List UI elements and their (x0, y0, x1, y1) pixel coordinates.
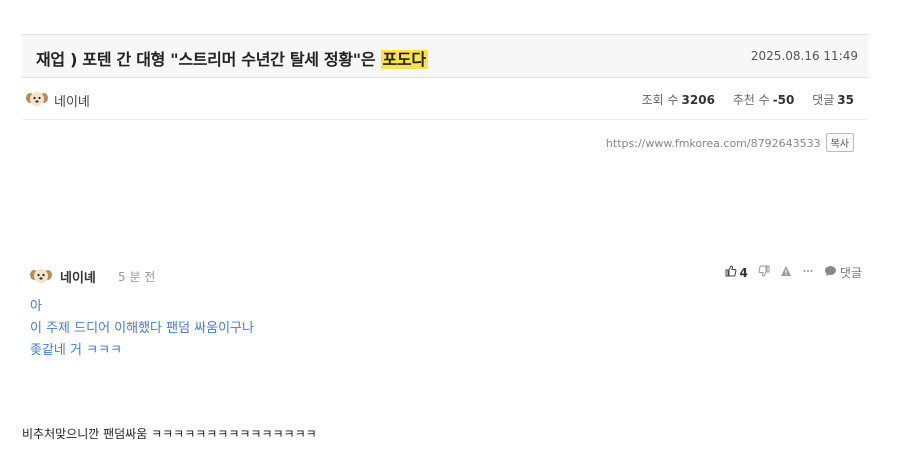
comment-body: 아 이 주제 드디어 이해했다 팬덤 싸움이구나 좆같네 거 ㅋㅋㅋ (30, 296, 254, 362)
reply-label: 댓글 (839, 266, 862, 280)
report-button[interactable] (780, 265, 792, 280)
post-url-row: https://www.fmkorea.com/8792643533 복사 (606, 133, 854, 152)
comment-item: 네이녜 5 분 전 4 댓글 아 이 주제 드디어 이해했다 팬덤 싸움이구나 … (22, 262, 868, 372)
more-icon (802, 265, 814, 280)
post-title: 재업 ) 포텐 간 대형 "스트리머 수년간 탈세 정황"은 포도다 (36, 46, 428, 70)
post-url[interactable]: https://www.fmkorea.com/8792643533 (606, 137, 821, 150)
thumbs-up-icon (725, 265, 737, 280)
post-stats: 조회 수 3206 추천 수 -50 댓글 35 (628, 91, 854, 108)
post-title-highlight: 포도다 (380, 50, 428, 69)
post-title-text: 재업 ) 포텐 간 대형 "스트리머 수년간 탈세 정황"은 (36, 50, 376, 69)
comments-label: 댓글 (812, 93, 835, 107)
comments-count: 35 (837, 93, 854, 107)
post-header: 재업 ) 포텐 간 대형 "스트리머 수년간 탈세 정황"은 포도다 2025.… (22, 34, 868, 78)
recommend-count: -50 (772, 93, 795, 107)
recommend-label: 추천 수 (732, 93, 770, 107)
like-button[interactable]: 4 (725, 265, 748, 280)
views-label: 조회 수 (641, 93, 679, 107)
comment-line: 좆같네 거 ㅋㅋㅋ (30, 343, 122, 358)
views-count: 3206 (681, 93, 715, 107)
dog-avatar-icon[interactable] (30, 267, 52, 285)
warning-icon (780, 265, 792, 280)
dislike-button[interactable] (758, 265, 770, 280)
post-date: 2025.08.16 11:49 (750, 49, 858, 63)
comment-author[interactable]: 네이녜 (60, 267, 96, 286)
comment-line: 아 (30, 299, 42, 314)
copy-url-button[interactable]: 복사 (825, 133, 854, 152)
dog-avatar-icon[interactable] (26, 90, 48, 108)
comment-time: 5 분 전 (118, 270, 156, 284)
post-author[interactable]: 네이녜 (54, 91, 90, 110)
more-button[interactable] (802, 265, 814, 280)
reply-button[interactable]: 댓글 (824, 264, 862, 281)
thumbs-down-icon (758, 265, 770, 280)
author-row: 네이녜 조회 수 3206 추천 수 -50 댓글 35 (22, 80, 868, 120)
comment-actions: 4 댓글 (725, 264, 862, 281)
next-comment-text: 비추처맞으니깐 팬덤싸움 ㅋㅋㅋㅋㅋㅋㅋㅋㅋㅋㅋㅋㅋㅋㅋ (22, 427, 317, 441)
like-count: 4 (739, 265, 748, 280)
chat-bubble-icon (824, 265, 837, 280)
comment-line: 이 주제 드디어 이해했다 팬덤 싸움이구나 (30, 321, 254, 336)
